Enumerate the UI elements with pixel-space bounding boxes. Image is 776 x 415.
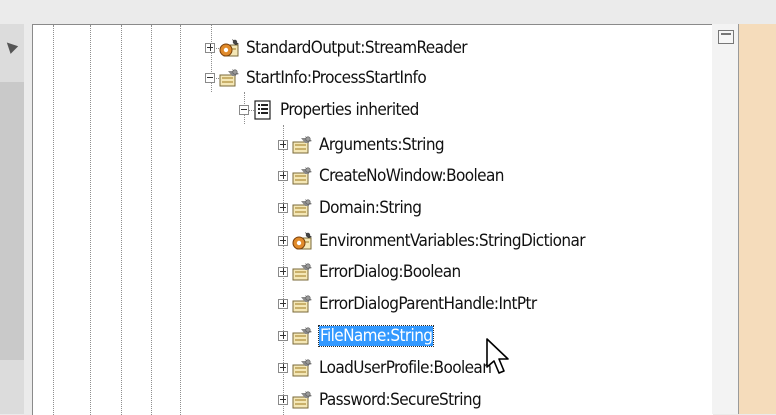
tree-node-label[interactable]: StartInfo:ProcessStartInfo bbox=[246, 68, 427, 88]
tree-node[interactable]: LoadUserProfile:Boolean bbox=[278, 353, 492, 383]
document-list-icon bbox=[252, 100, 274, 120]
gear-property-icon bbox=[218, 38, 240, 58]
tree-guide-line bbox=[121, 25, 122, 415]
tree-node[interactable]: ErrorDialog:Boolean bbox=[278, 257, 461, 287]
object-tree-view[interactable]: StandardOutput:StreamReader StartInfo:Pr… bbox=[32, 24, 713, 415]
expand-toggle-icon[interactable] bbox=[278, 140, 288, 150]
collapse-toggle-icon[interactable] bbox=[205, 73, 215, 83]
tree-node-label[interactable]: CreateNoWindow:Boolean bbox=[319, 166, 504, 186]
expand-toggle-icon[interactable] bbox=[278, 299, 288, 309]
tree-node[interactable]: Properties inherited bbox=[239, 95, 419, 125]
tree-node-label[interactable]: ErrorDialogParentHandle:IntPtr bbox=[319, 294, 537, 314]
tree-node[interactable]: CreateNoWindow:Boolean bbox=[278, 161, 504, 191]
scrollbar-thumb[interactable] bbox=[0, 82, 24, 360]
expand-toggle-icon[interactable] bbox=[278, 203, 288, 213]
tree-node-label[interactable]: Arguments:String bbox=[319, 135, 445, 155]
tree-node[interactable]: ErrorDialogParentHandle:IntPtr bbox=[278, 289, 537, 319]
property-icon bbox=[291, 326, 313, 346]
tree-guide-line bbox=[53, 25, 54, 415]
gear-property-icon bbox=[291, 231, 313, 251]
collapse-toggle-icon[interactable] bbox=[239, 105, 249, 115]
property-icon bbox=[218, 68, 240, 88]
property-icon bbox=[291, 198, 313, 218]
scroll-up-arrow-icon[interactable]: ▲ bbox=[1, 37, 20, 56]
tree-node-label[interactable]: FileName:String bbox=[317, 325, 435, 347]
tree-node[interactable]: Domain:String bbox=[278, 193, 422, 223]
tree-node[interactable]: Arguments:String bbox=[278, 130, 445, 160]
tree-node-label[interactable]: LoadUserProfile:Boolean bbox=[319, 358, 492, 378]
property-icon bbox=[291, 166, 313, 186]
tree-node-label[interactable]: ErrorDialog:Boolean bbox=[319, 262, 461, 282]
expand-toggle-icon[interactable] bbox=[278, 331, 288, 341]
tree-node[interactable]: EnvironmentVariables:StringDictionar bbox=[278, 226, 586, 256]
expand-toggle-icon[interactable] bbox=[278, 236, 288, 246]
tree-node[interactable]: Password:SecureString bbox=[278, 385, 482, 415]
mouse-pointer-icon bbox=[486, 338, 509, 374]
expand-toggle-icon[interactable] bbox=[278, 171, 288, 181]
expand-toggle-icon[interactable] bbox=[278, 395, 288, 405]
panel-minimize-button[interactable] bbox=[718, 30, 734, 44]
expand-toggle-icon[interactable] bbox=[278, 363, 288, 373]
property-icon bbox=[291, 358, 313, 378]
expand-toggle-icon[interactable] bbox=[205, 43, 215, 53]
window-top-strip bbox=[0, 0, 776, 24]
left-panel-scrollbar[interactable]: ▲ bbox=[0, 24, 32, 414]
tree-node-label[interactable]: Domain:String bbox=[319, 198, 422, 218]
tree-node-label[interactable]: EnvironmentVariables:StringDictionar bbox=[319, 231, 586, 251]
expand-toggle-icon[interactable] bbox=[278, 267, 288, 277]
tree-node[interactable]: StartInfo:ProcessStartInfo bbox=[205, 63, 427, 93]
tree-node[interactable]: StandardOutput:StreamReader bbox=[205, 33, 468, 63]
tree-node-label[interactable]: StandardOutput:StreamReader bbox=[246, 38, 468, 58]
tree-node-selected[interactable]: FileName:String bbox=[278, 321, 435, 351]
property-icon bbox=[291, 294, 313, 314]
tree-guide-line bbox=[151, 25, 152, 415]
tree-node-label[interactable]: Properties inherited bbox=[280, 100, 419, 120]
property-icon bbox=[291, 390, 313, 410]
property-icon bbox=[291, 262, 313, 282]
panel-gap bbox=[24, 24, 32, 414]
side-panel bbox=[739, 24, 776, 414]
property-icon bbox=[291, 135, 313, 155]
tree-guide-line bbox=[180, 25, 181, 415]
tree-node-label[interactable]: Password:SecureString bbox=[319, 390, 482, 410]
tree-guide-line bbox=[90, 25, 91, 415]
tree-right-margin bbox=[712, 24, 738, 414]
